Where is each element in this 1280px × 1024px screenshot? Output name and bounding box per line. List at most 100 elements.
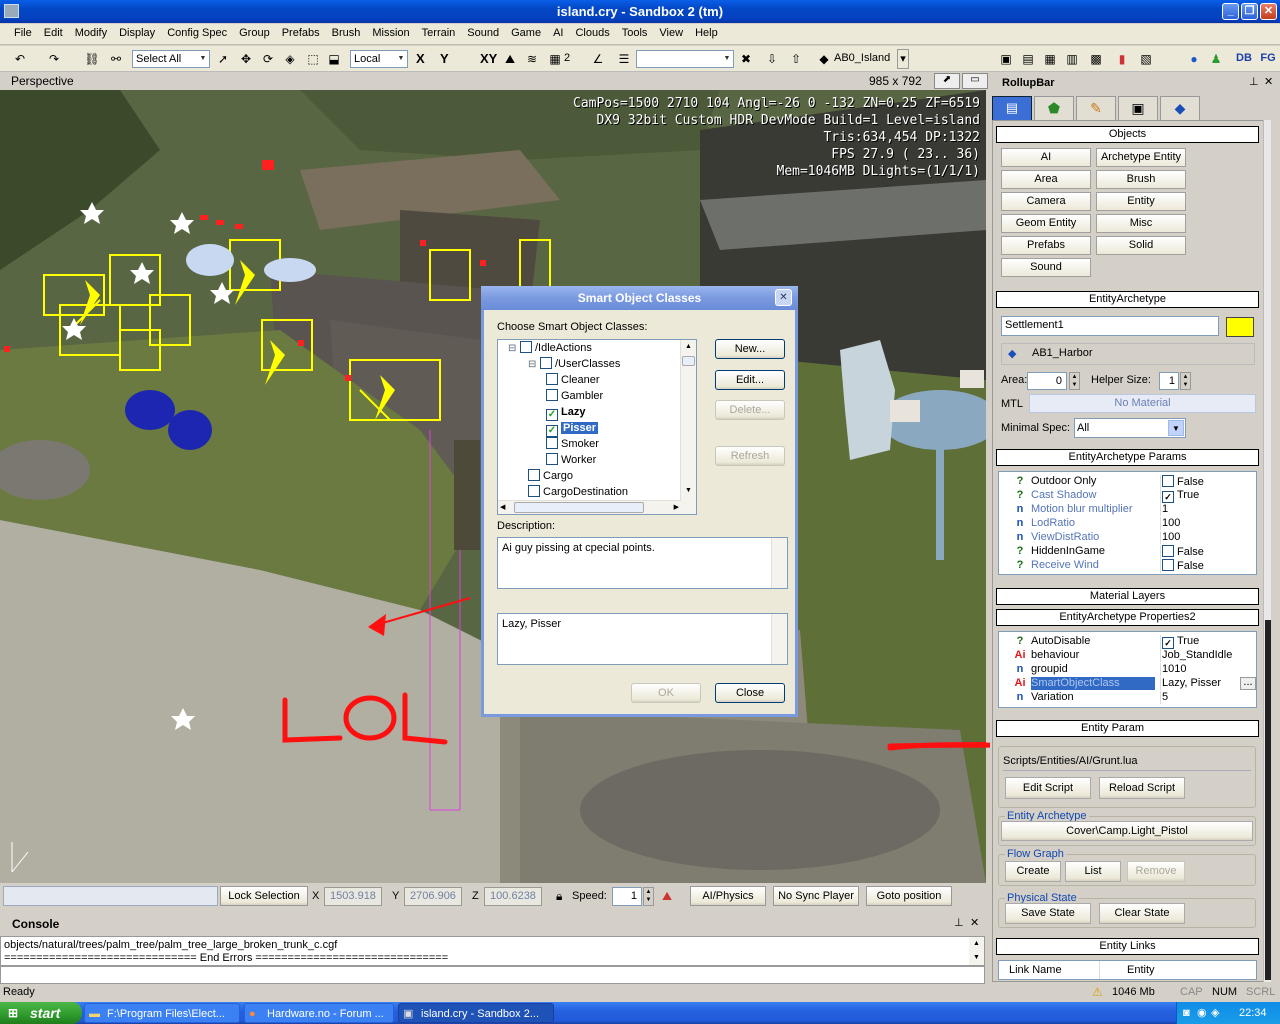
edit-class-button[interactable]: Edit...: [715, 370, 785, 390]
object-type-button[interactable]: Solid: [1096, 236, 1186, 255]
tree-collapse-icon[interactable]: ⊟: [508, 341, 520, 356]
object-type-button[interactable]: Prefabs: [1001, 236, 1091, 255]
tree-item[interactable]: ⊟ /IdleActions: [508, 341, 592, 357]
lock-icon[interactable]: 🔒︎: [556, 889, 562, 904]
export-icon[interactable]: ⇩: [764, 51, 780, 67]
object-type-button[interactable]: Misc: [1096, 214, 1186, 233]
undo-icon[interactable]: ↶: [12, 51, 28, 67]
property-row[interactable]: Ai behaviour Job_StandIdle: [999, 649, 1256, 663]
material-button[interactable]: No Material: [1029, 394, 1256, 413]
property-value[interactable]: False: [1160, 559, 1256, 573]
helper-size-spinner[interactable]: ▲ ▼: [1180, 372, 1191, 390]
link-name-column[interactable]: Link Name: [1009, 964, 1062, 976]
refresh-button[interactable]: Refresh: [715, 446, 785, 466]
property-checkbox[interactable]: [1162, 559, 1174, 571]
menu-edit[interactable]: Edit: [38, 24, 69, 44]
archetype-params-header[interactable]: EntityArchetype Params: [996, 449, 1259, 466]
delete-selection-icon[interactable]: ✖: [738, 51, 754, 67]
scroll-up-icon[interactable]: ▲: [681, 340, 696, 354]
person-icon[interactable]: ♟: [1208, 51, 1224, 67]
tray-icon-security[interactable]: ◉: [1197, 1002, 1207, 1024]
tree-item[interactable]: Cleaner: [546, 373, 600, 389]
flowgraph-list-button[interactable]: List: [1065, 861, 1121, 882]
select-arrow-icon[interactable]: ➚: [215, 51, 231, 67]
object-type-button[interactable]: Geom Entity: [1001, 214, 1091, 233]
tree-checkbox[interactable]: [540, 357, 552, 369]
property-checkbox[interactable]: ✓: [1162, 637, 1174, 649]
level-label[interactable]: AB0_Island: [834, 49, 894, 69]
axis-x-button[interactable]: X: [416, 51, 425, 66]
clock[interactable]: 22:34: [1239, 1002, 1267, 1024]
move-icon[interactable]: ✥: [238, 51, 254, 67]
tree-hscrollbar[interactable]: ◀ ▶: [498, 500, 681, 514]
grid-view-icon[interactable]: ▦: [1042, 51, 1058, 67]
flowgraph-remove-button[interactable]: Remove: [1127, 861, 1185, 882]
tree-hscroll-thumb[interactable]: [514, 502, 644, 513]
entity-param-header[interactable]: Entity Param: [996, 720, 1259, 737]
menu-prefabs[interactable]: Prefabs: [276, 24, 326, 44]
tree-collapse-icon[interactable]: ⊟: [528, 357, 540, 372]
menu-ai[interactable]: AI: [547, 24, 569, 44]
globe-icon[interactable]: ●: [1186, 51, 1202, 67]
property-value[interactable]: 1: [1160, 503, 1256, 516]
pin-icon[interactable]: ⊥: [1249, 75, 1259, 88]
task-sandbox[interactable]: ▣ island.cry - Sandbox 2...: [398, 1003, 554, 1023]
property-row[interactable]: ? HiddenInGame False: [999, 545, 1256, 559]
flowgraph-create-button[interactable]: Create: [1005, 861, 1061, 882]
maximize-button[interactable]: ❐: [1241, 3, 1258, 20]
axis-y-button[interactable]: Y: [440, 51, 449, 66]
camera-icon[interactable]: ▩: [1088, 51, 1104, 67]
entity-archetype-header[interactable]: EntityArchetype: [996, 291, 1259, 308]
property-row[interactable]: Ai SmartObjectClass Lazy, Pisser...: [999, 677, 1256, 691]
property-value[interactable]: 100: [1160, 517, 1256, 530]
object-type-button[interactable]: Camera: [1001, 192, 1091, 211]
property-checkbox[interactable]: ✓: [1162, 491, 1174, 503]
tree-checkbox[interactable]: [528, 469, 540, 481]
tab-layers[interactable]: ◆: [1160, 96, 1200, 120]
tree-checkbox[interactable]: [546, 453, 558, 465]
property-row[interactable]: ? Receive Wind False: [999, 559, 1256, 573]
speed-spinner[interactable]: ▲ ▼: [643, 887, 654, 906]
menu-modify[interactable]: Modify: [69, 24, 113, 44]
rollup-close-icon[interactable]: ✕: [1264, 75, 1273, 88]
archetype-color-swatch[interactable]: [1226, 317, 1254, 337]
property-value[interactable]: Job_StandIdle: [1160, 649, 1256, 662]
terrain-camera-icon[interactable]: ⛰: [662, 889, 672, 904]
script-path[interactable]: Scripts/Entities/AI/Grunt.lua: [1003, 755, 1251, 771]
tree-checkbox[interactable]: ✓: [546, 425, 558, 437]
minimize-button[interactable]: _: [1222, 3, 1239, 20]
layers-icon[interactable]: ▥: [1064, 51, 1080, 67]
tree-item[interactable]: CargoDestination: [528, 485, 628, 501]
property-row[interactable]: n Variation 5: [999, 691, 1256, 705]
tab-objects[interactable]: ▤: [992, 96, 1032, 120]
area-spinner[interactable]: ▲ ▼: [1069, 372, 1080, 390]
viewport-name[interactable]: Perspective: [11, 74, 74, 88]
save-state-button[interactable]: Save State: [1005, 903, 1091, 924]
viewport-maximize-icon[interactable]: ▭: [962, 73, 988, 89]
rollup-scroll-thumb[interactable]: [1265, 620, 1271, 980]
dialog-close-icon[interactable]: ✕: [775, 289, 792, 306]
entity-links-table[interactable]: Link Name Entity: [998, 960, 1257, 980]
property-value[interactable]: False: [1160, 475, 1256, 489]
redo-icon[interactable]: ↷: [46, 51, 62, 67]
tray-icon-network[interactable]: ◙: [1183, 1002, 1190, 1024]
property-row[interactable]: ? Cast Shadow ✓ True: [999, 489, 1256, 503]
task-browser[interactable]: ● Hardware.no - Forum ...: [244, 1003, 394, 1023]
entity-column[interactable]: Entity: [1127, 964, 1155, 976]
selection-box[interactable]: Lazy, Pisser: [497, 613, 788, 665]
menu-game[interactable]: Game: [505, 24, 547, 44]
property-row[interactable]: n LodRatio 100: [999, 517, 1256, 531]
tree-scrollbar[interactable]: ▲ ▼: [680, 340, 696, 514]
property-value[interactable]: 1010: [1160, 663, 1256, 676]
menu-display[interactable]: Display: [113, 24, 161, 44]
area-input[interactable]: 0: [1027, 372, 1067, 390]
speed-input[interactable]: 1: [612, 887, 642, 906]
tray-icon-volume[interactable]: ◈: [1211, 1002, 1219, 1024]
tree-checkbox[interactable]: ✓: [546, 409, 558, 421]
dialog-close-button[interactable]: Close: [715, 683, 785, 703]
archetype-name-field[interactable]: Settlement1: [1001, 316, 1219, 336]
y-coordinate[interactable]: 2706.906: [404, 887, 462, 906]
property-value[interactable]: Lazy, Pisser...: [1160, 677, 1256, 690]
property-row[interactable]: n groupid 1010: [999, 663, 1256, 677]
menu-terrain[interactable]: Terrain: [416, 24, 462, 44]
